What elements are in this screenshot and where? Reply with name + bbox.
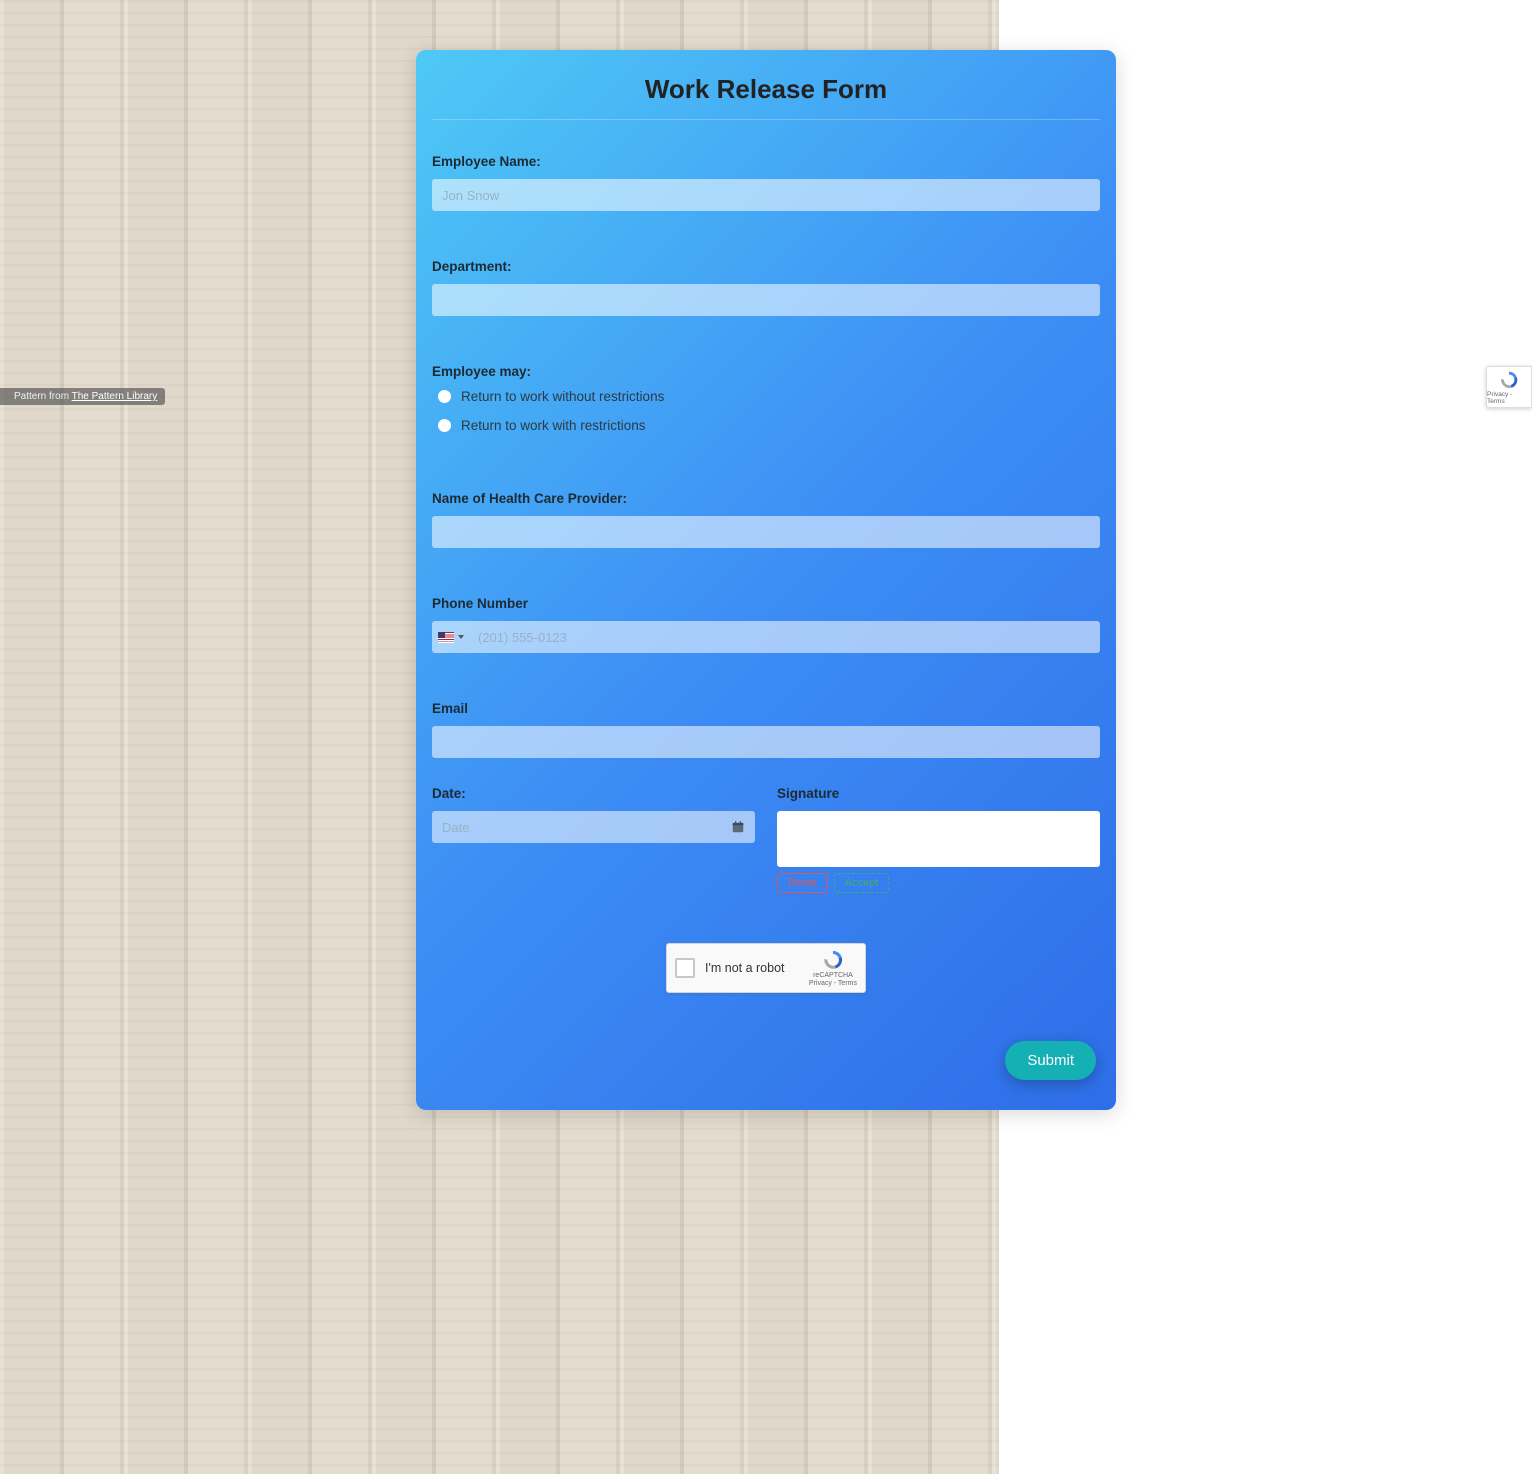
radio-option-without[interactable]: Return to work without restrictions [438,389,1100,404]
department-input[interactable] [432,284,1100,316]
radio-icon [438,390,451,403]
radio-option-with[interactable]: Return to work with restrictions [438,418,1100,433]
badge-legal: Privacy - Terms [1487,391,1531,405]
date-label: Date: [432,786,755,801]
credit-prefix: Pattern from [14,391,72,402]
recaptcha-badge[interactable]: Privacy - Terms [1486,366,1532,408]
radio-label: Return to work without restrictions [461,389,664,404]
email-block: Email [432,701,1100,758]
captcha-label: I'm not a robot [705,961,809,975]
provider-input[interactable] [432,516,1100,548]
recaptcha-icon [821,949,845,971]
captcha-legal: Privacy - Terms [809,980,857,988]
provider-label: Name of Health Care Provider: [432,491,1100,506]
employee-name-block: Employee Name: [432,154,1100,211]
captcha-checkbox[interactable] [675,958,695,978]
calendar-icon [731,820,745,834]
recaptcha-icon [1498,370,1520,390]
signature-reset-button[interactable]: Reset [777,873,828,893]
employee-name-label: Employee Name: [432,154,1100,169]
submit-button[interactable]: Submit [1005,1041,1096,1080]
captcha-row: I'm not a robot reCAPTCHA Privacy - Term… [432,943,1100,993]
provider-block: Name of Health Care Provider: [432,491,1100,548]
chevron-down-icon [458,635,464,639]
captcha-brand: reCAPTCHA Privacy - Terms [809,949,857,987]
captcha-brand-text: reCAPTCHA [809,972,857,980]
email-label: Email [432,701,1100,716]
date-input[interactable] [432,811,755,843]
us-flag-icon [438,632,454,643]
department-label: Department: [432,259,1100,274]
phone-block: Phone Number [432,596,1100,653]
employee-name-input[interactable] [432,179,1100,211]
email-input[interactable] [432,726,1100,758]
signature-block: Signature Reset Accept [777,786,1100,893]
date-signature-row: Date: Signature Reset Accept [432,786,1100,893]
phone-country-selector[interactable] [438,632,470,643]
date-block: Date: [432,786,755,893]
signature-label: Signature [777,786,1100,801]
department-block: Department: [432,259,1100,316]
recaptcha-box[interactable]: I'm not a robot reCAPTCHA Privacy - Term… [666,943,866,993]
pattern-library-link[interactable]: The Pattern Library [72,391,158,402]
phone-input[interactable] [470,621,1100,653]
form-title: Work Release Form [432,68,1100,120]
pattern-credit: Pattern from The Pattern Library [0,388,165,405]
form-card: Work Release Form Employee Name: Departm… [416,50,1116,1110]
phone-label: Phone Number [432,596,1100,611]
radio-label: Return to work with restrictions [461,418,646,433]
signature-accept-button[interactable]: Accept [834,873,890,893]
phone-input-wrap [432,621,1100,653]
employee-may-block: Employee may: Return to work without res… [432,364,1100,433]
radio-icon [438,419,451,432]
signature-pad[interactable] [777,811,1100,867]
employee-may-label: Employee may: [432,364,1100,379]
